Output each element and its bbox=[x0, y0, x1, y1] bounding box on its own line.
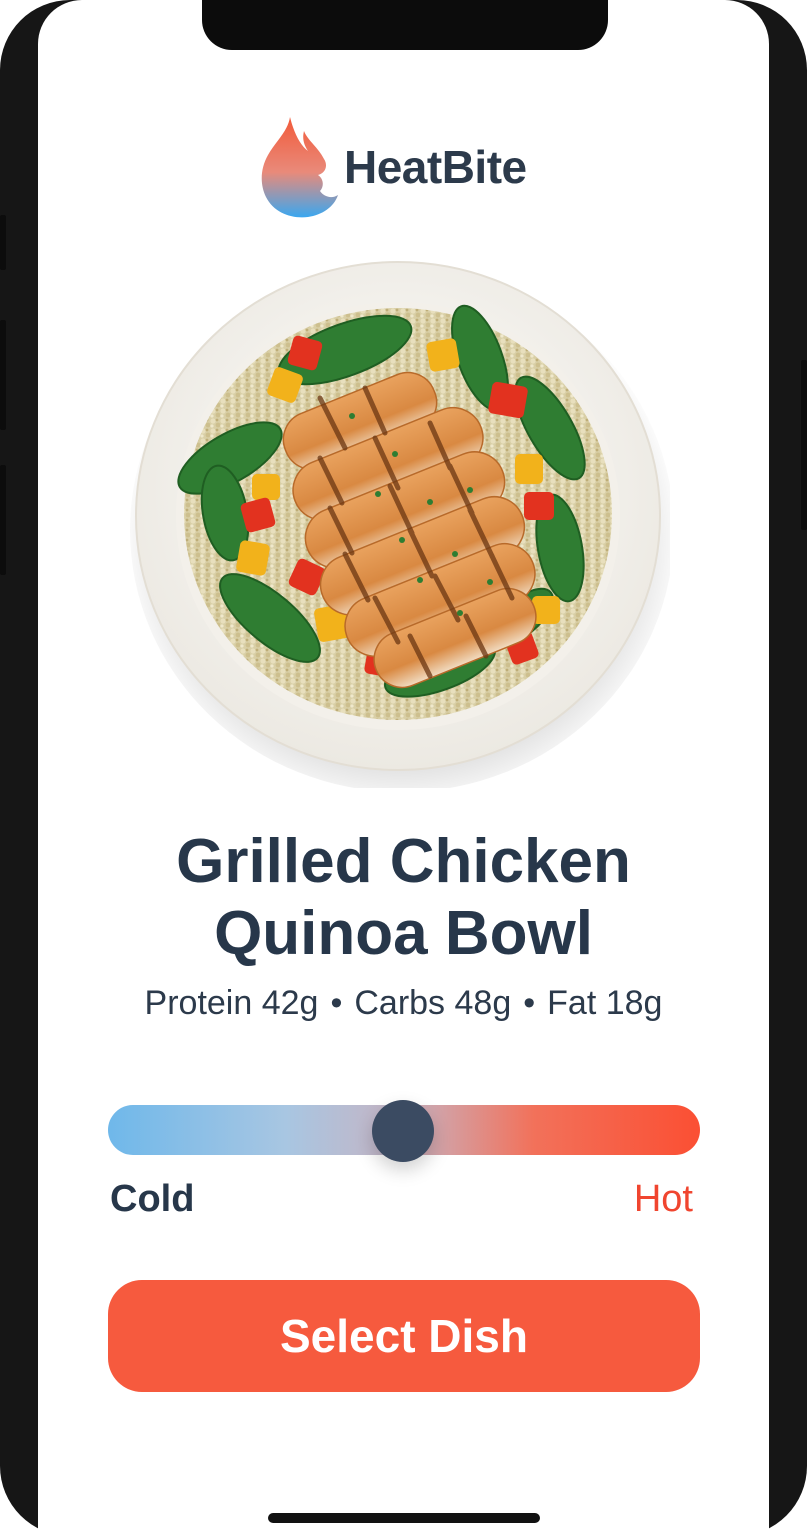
phone-frame: HeatBite Grilled Chicken Quinoa Bowl Pro… bbox=[0, 0, 807, 1536]
macro-carbs: Carbs 48g bbox=[354, 984, 512, 1022]
macro-fat: Fat 18g bbox=[547, 984, 663, 1022]
dish-title-line-1: Grilled Chicken bbox=[176, 827, 631, 896]
macro-separator: • bbox=[523, 984, 536, 1022]
side-button bbox=[0, 215, 6, 270]
slider-max-label: Hot bbox=[633, 1178, 693, 1220]
macro-separator: • bbox=[330, 984, 343, 1022]
flame-bite-icon bbox=[261, 117, 338, 218]
app-name: HeatBite bbox=[344, 141, 527, 193]
dish-title: Grilled Chicken Quinoa Bowl bbox=[38, 826, 769, 970]
select-dish-button[interactable]: Select Dish bbox=[108, 1280, 700, 1392]
slider-min-label: Cold bbox=[110, 1178, 195, 1220]
side-button bbox=[801, 360, 807, 530]
macro-summary: Protein 42g • Carbs 48g • Fat 18g bbox=[38, 984, 769, 1023]
dish-photo bbox=[130, 261, 670, 788]
side-button bbox=[0, 465, 6, 575]
dish-title-line-2: Quinoa Bowl bbox=[214, 899, 593, 968]
temperature-slider-thumb[interactable] bbox=[372, 1100, 434, 1162]
macro-protein: Protein 42g bbox=[144, 984, 319, 1022]
notch bbox=[202, 0, 608, 50]
home-indicator bbox=[268, 1513, 540, 1523]
side-button bbox=[0, 320, 6, 430]
app-header: HeatBite bbox=[258, 112, 527, 222]
